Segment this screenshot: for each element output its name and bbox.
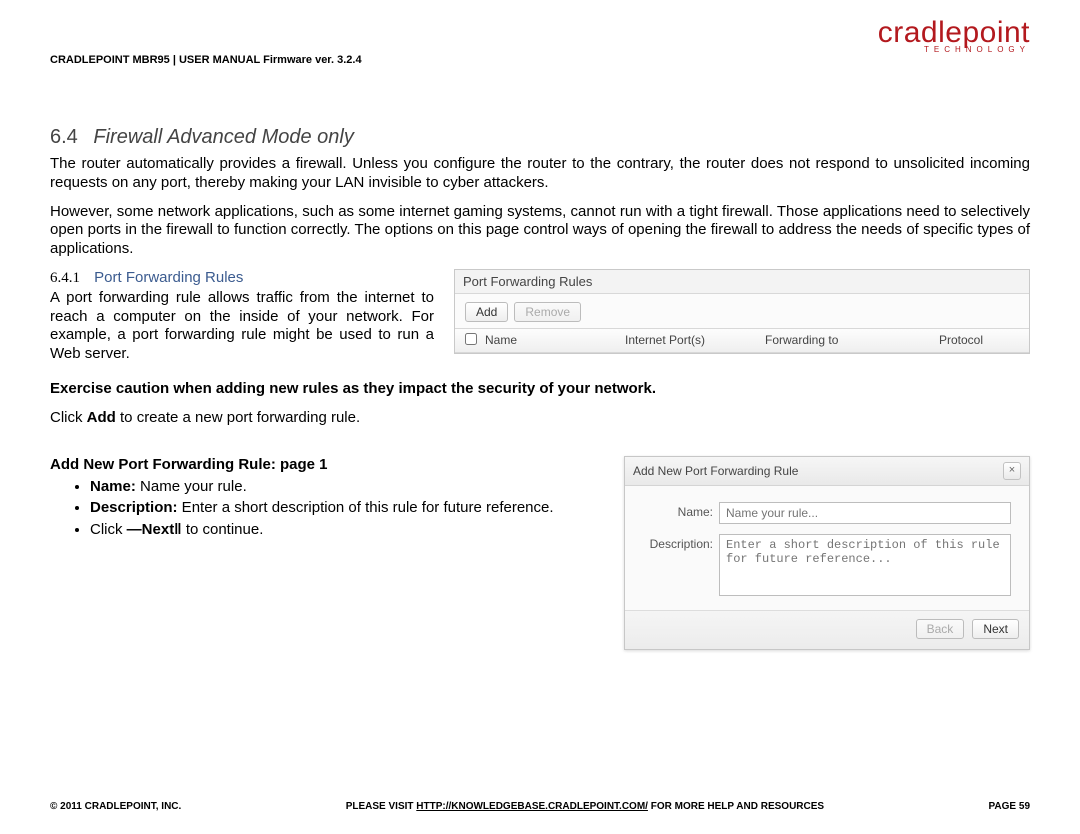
select-all-checkbox[interactable] [465,333,485,348]
subsection-number: 6.4.1 [50,270,80,286]
col-name: Name [485,333,625,348]
dialog-footer: Back Next [625,610,1029,649]
subsection-paragraph: A port forwarding rule allows traffic fr… [50,289,434,364]
port-forwarding-panel: Port Forwarding Rules Add Remove Name In… [454,269,1030,354]
bullet-desc-text: Enter a short description of this rule f… [178,499,554,516]
grid-header: Name Internet Port(s) Forwarding to Prot… [455,328,1029,353]
page-footer: © 2011 CRADLEPOINT, INC. PLEASE VISIT HT… [50,801,1030,812]
footer-help: PLEASE VISIT HTTP://KNOWLEDGEBASE.CRADLE… [346,801,824,812]
bullet-description: Description: Enter a short description o… [90,498,594,518]
bullet-next-post: to continue. [182,521,264,538]
add-rule-dialog: Add New Port Forwarding Rule × Name: Des… [624,456,1030,650]
subsection-text: 6.4.1 Port Forwarding Rules A port forwa… [50,269,434,364]
document-page: CRADLEPOINT MBR95 | USER MANUAL Firmware… [0,0,1080,650]
add-rule-bullets: Name: Name your rule. Description: Enter… [50,477,594,540]
doc-header-line: CRADLEPOINT MBR95 | USER MANUAL Firmware… [50,54,362,66]
panel-toolbar: Add Remove [455,294,1029,328]
logo-text: cradlepoint [878,18,1030,48]
remove-button[interactable]: Remove [514,302,581,322]
add-rule-heading: Add New Port Forwarding Rule: page 1 [50,456,594,473]
subsection-row: 6.4.1 Port Forwarding Rules A port forwa… [50,269,1030,364]
back-button[interactable]: Back [916,619,965,639]
click-add-line: Click Add to create a new port forwardin… [50,409,1030,426]
add-button[interactable]: Add [465,302,508,322]
footer-mid-pre: PLEASE VISIT [346,801,417,812]
dialog-row-description: Description: [643,534,1011,596]
bullet-next-pre: Click [90,521,127,538]
next-button[interactable]: Next [972,619,1019,639]
name-label: Name: [643,502,719,519]
dialog-titlebar: Add New Port Forwarding Rule × [625,457,1029,486]
bullet-name-text: Name your rule. [136,478,247,495]
section-paragraph-1: The router automatically provides a fire… [50,155,1030,193]
bullet-next: Click ―Next‖ to continue. [90,520,594,540]
section-number: 6.4 [50,126,78,148]
bullet-next-bold: ―Next‖ [127,521,182,538]
col-protocol: Protocol [939,333,1019,348]
description-label: Description: [643,534,719,551]
bullet-desc-label: Description: [90,499,178,516]
subsection-title: 6.4.1 Port Forwarding Rules [50,269,434,287]
footer-copyright: © 2011 CRADLEPOINT, INC. [50,801,181,812]
brand-logo: cradlepoint TECHNOLOGY [878,18,1030,54]
close-icon[interactable]: × [1003,462,1021,480]
dialog-title: Add New Port Forwarding Rule [633,464,798,478]
page-header: CRADLEPOINT MBR95 | USER MANUAL Firmware… [50,18,1030,66]
footer-link[interactable]: HTTP://KNOWLEDGEBASE.CRADLEPOINT.COM/ [416,801,648,812]
subsection-heading: Port Forwarding Rules [94,269,243,286]
click-add-pre: Click [50,409,87,426]
add-rule-description: Add New Port Forwarding Rule: page 1 Nam… [50,456,594,542]
add-rule-row: Add New Port Forwarding Rule: page 1 Nam… [50,456,1030,650]
bullet-name: Name: Name your rule. [90,477,594,497]
dialog-body: Name: Description: [625,486,1029,610]
footer-page-number: PAGE 59 [989,801,1031,812]
footer-mid-post: FOR MORE HELP AND RESOURCES [648,801,824,812]
click-add-post: to create a new port forwarding rule. [116,409,360,426]
panel-title: Port Forwarding Rules [455,270,1029,294]
click-add-bold: Add [87,409,116,426]
section-title: 6.4 Firewall Advanced Mode only [50,126,1030,149]
section-heading: Firewall Advanced Mode only [93,126,354,148]
section-paragraph-2: However, some network applications, such… [50,203,1030,259]
description-field[interactable] [719,534,1011,596]
col-ports: Internet Port(s) [625,333,765,348]
caution-text: Exercise caution when adding new rules a… [50,380,1030,397]
bullet-name-label: Name: [90,478,136,495]
dialog-row-name: Name: [643,502,1011,524]
col-forwarding: Forwarding to [765,333,939,348]
name-field[interactable] [719,502,1011,524]
